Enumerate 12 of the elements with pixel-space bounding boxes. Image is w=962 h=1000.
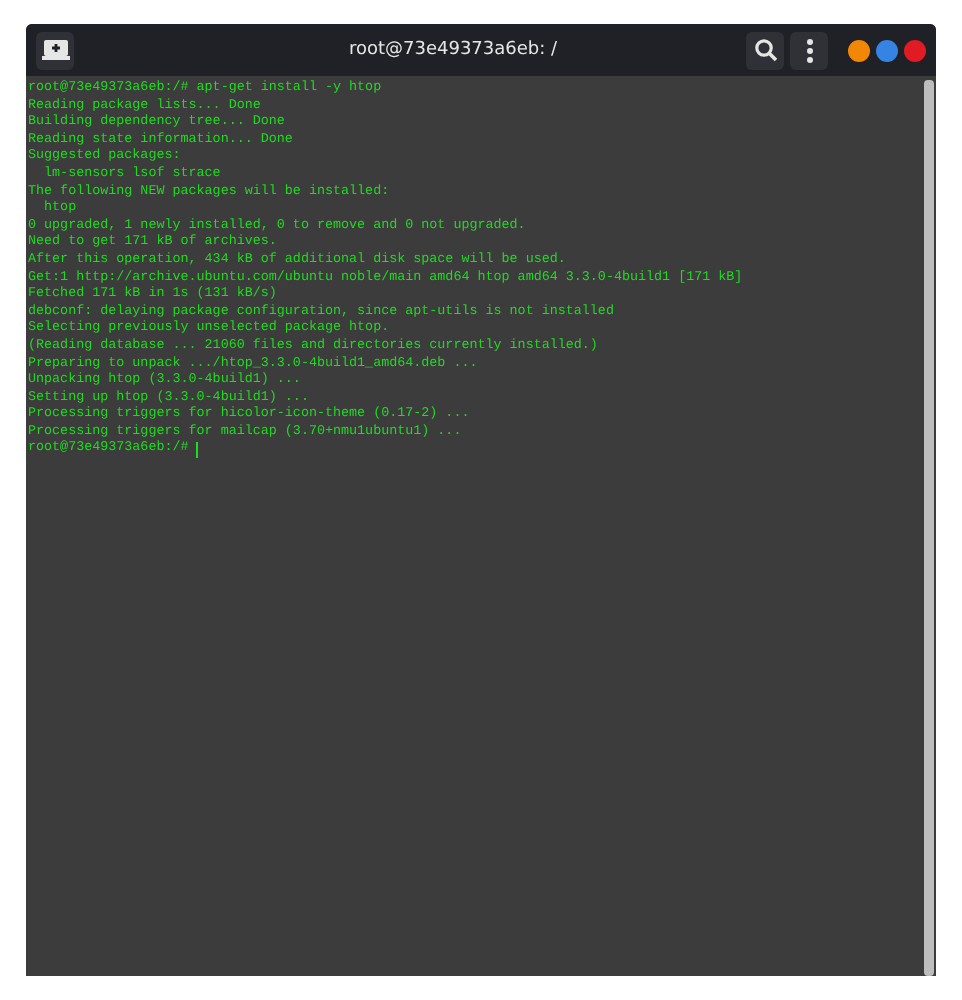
window-title: root@73e49373a6eb: / <box>346 40 560 60</box>
new-tab-button[interactable] <box>36 31 74 69</box>
search-icon <box>753 38 777 62</box>
search-button[interactable] <box>746 31 784 69</box>
menu-icon <box>805 37 813 63</box>
scrollbar[interactable] <box>924 80 934 976</box>
menu-button[interactable] <box>790 31 828 69</box>
text-cursor <box>196 441 199 458</box>
new-tab-icon <box>41 38 69 62</box>
maximize-button[interactable] <box>876 39 898 61</box>
minimize-button[interactable] <box>848 39 870 61</box>
close-button[interactable] <box>904 39 926 61</box>
